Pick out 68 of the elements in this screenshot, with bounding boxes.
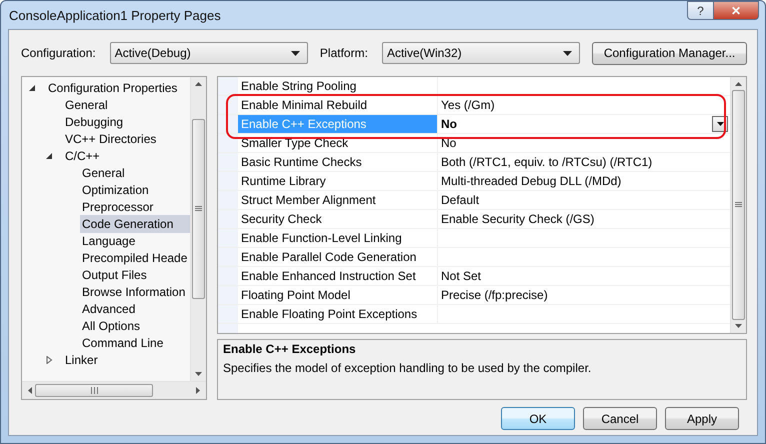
tree-item[interactable]: Configuration Properties	[46, 78, 190, 96]
tree-item[interactable]: General	[80, 164, 190, 182]
down-arrow-icon[interactable]	[195, 372, 202, 376]
tree-item[interactable]: Code Generation	[80, 214, 190, 232]
property-name[interactable]: Enable Floating Point Exceptions	[238, 305, 438, 323]
platform-dropdown[interactable]: Active(Win32)	[382, 42, 580, 64]
vertical-scrollbar[interactable]	[730, 77, 746, 333]
caret-icon	[290, 50, 300, 56]
property-name[interactable]: Floating Point Model	[238, 286, 438, 304]
grip-icon	[735, 202, 742, 208]
tree-item[interactable]: Linker	[63, 350, 190, 368]
tree-item[interactable]: Debugging	[63, 112, 190, 130]
property-name[interactable]: Basic Runtime Checks	[238, 153, 438, 171]
dialog-button[interactable]: Apply	[665, 407, 739, 430]
property-name[interactable]: Enable Parallel Code Generation	[238, 248, 438, 266]
property-name[interactable]: Enable String Pooling	[238, 77, 438, 95]
tree-item[interactable]: VC++ Directories	[63, 130, 190, 148]
configuration-label: Configuration:	[21, 46, 96, 60]
tree-item[interactable]: C/C++	[63, 146, 190, 164]
property-name[interactable]: Enable Function-Level Linking	[238, 229, 438, 247]
property-name[interactable]: Enable Enhanced Instruction Set	[238, 267, 438, 285]
down-arrow-icon[interactable]	[735, 324, 742, 328]
tree-item[interactable]: Language	[80, 232, 190, 250]
property-value: Both (/RTC1, equiv. to /RTCsu) (/RTC1)	[441, 155, 652, 169]
property-value: Enable Security Check (/GS)	[441, 212, 594, 226]
grip-icon	[195, 206, 202, 212]
configuration-dropdown[interactable]: Active(Debug)	[110, 42, 308, 64]
platform-label: Platform:	[320, 46, 368, 60]
help-button[interactable]: ?	[687, 1, 714, 20]
vertical-scrollbar[interactable]	[190, 77, 206, 381]
right-arrow-icon[interactable]	[196, 387, 200, 394]
tree-item[interactable]: Browse Information	[80, 282, 190, 300]
property-value: No	[441, 136, 456, 150]
tree-item[interactable]: Command Line	[80, 334, 190, 352]
dialog-button[interactable]: Cancel	[583, 407, 657, 430]
caret-icon	[563, 50, 572, 56]
expanded-triangle-icon[interactable]	[45, 152, 53, 160]
property-value: Yes (/Gm)	[441, 98, 495, 112]
up-arrow-icon[interactable]	[735, 82, 742, 86]
horizontal-scrollbar[interactable]	[22, 381, 206, 399]
window-title: ConsoleApplication1 Property Pages	[9, 8, 221, 22]
tree-item[interactable]: General	[63, 96, 190, 114]
description-title: Enable C++ Exceptions	[223, 342, 357, 356]
tree-item[interactable]: Advanced	[80, 300, 190, 318]
configuration-manager-button[interactable]: Configuration Manager...	[592, 42, 747, 64]
tree-item[interactable]: Output Files	[80, 266, 190, 284]
property-name[interactable]: Struct Member Alignment	[238, 191, 438, 209]
tree-item[interactable]: Preprocessor	[80, 198, 190, 216]
dialog-button[interactable]: OK	[501, 407, 575, 430]
grip-icon	[90, 387, 98, 394]
caret-icon	[716, 122, 724, 126]
property-value: Precise (/fp:precise)	[441, 288, 548, 302]
property-name[interactable]: Security Check	[238, 210, 438, 228]
tree-item[interactable]: Optimization	[80, 180, 190, 198]
up-arrow-icon[interactable]	[195, 82, 202, 86]
property-value: No	[441, 117, 457, 131]
property-name[interactable]: Runtime Library	[238, 172, 438, 190]
expanded-triangle-icon[interactable]	[28, 84, 36, 92]
collapsed-triangle-icon[interactable]	[45, 356, 53, 364]
tree-item[interactable]: Precompiled Heade	[80, 248, 190, 266]
property-value: Not Set	[441, 269, 482, 283]
left-arrow-icon[interactable]	[28, 387, 32, 394]
property-name[interactable]: Enable Minimal Rebuild	[238, 96, 438, 114]
property-value: Default	[441, 193, 480, 207]
description-text: Specifies the model of exception handling to be used by the compiler.	[223, 361, 592, 375]
tree-item[interactable]: All Options	[80, 316, 190, 334]
property-name[interactable]: Smaller Type Check	[238, 134, 438, 152]
property-value: Multi-threaded Debug DLL (/MDd)	[441, 174, 622, 188]
